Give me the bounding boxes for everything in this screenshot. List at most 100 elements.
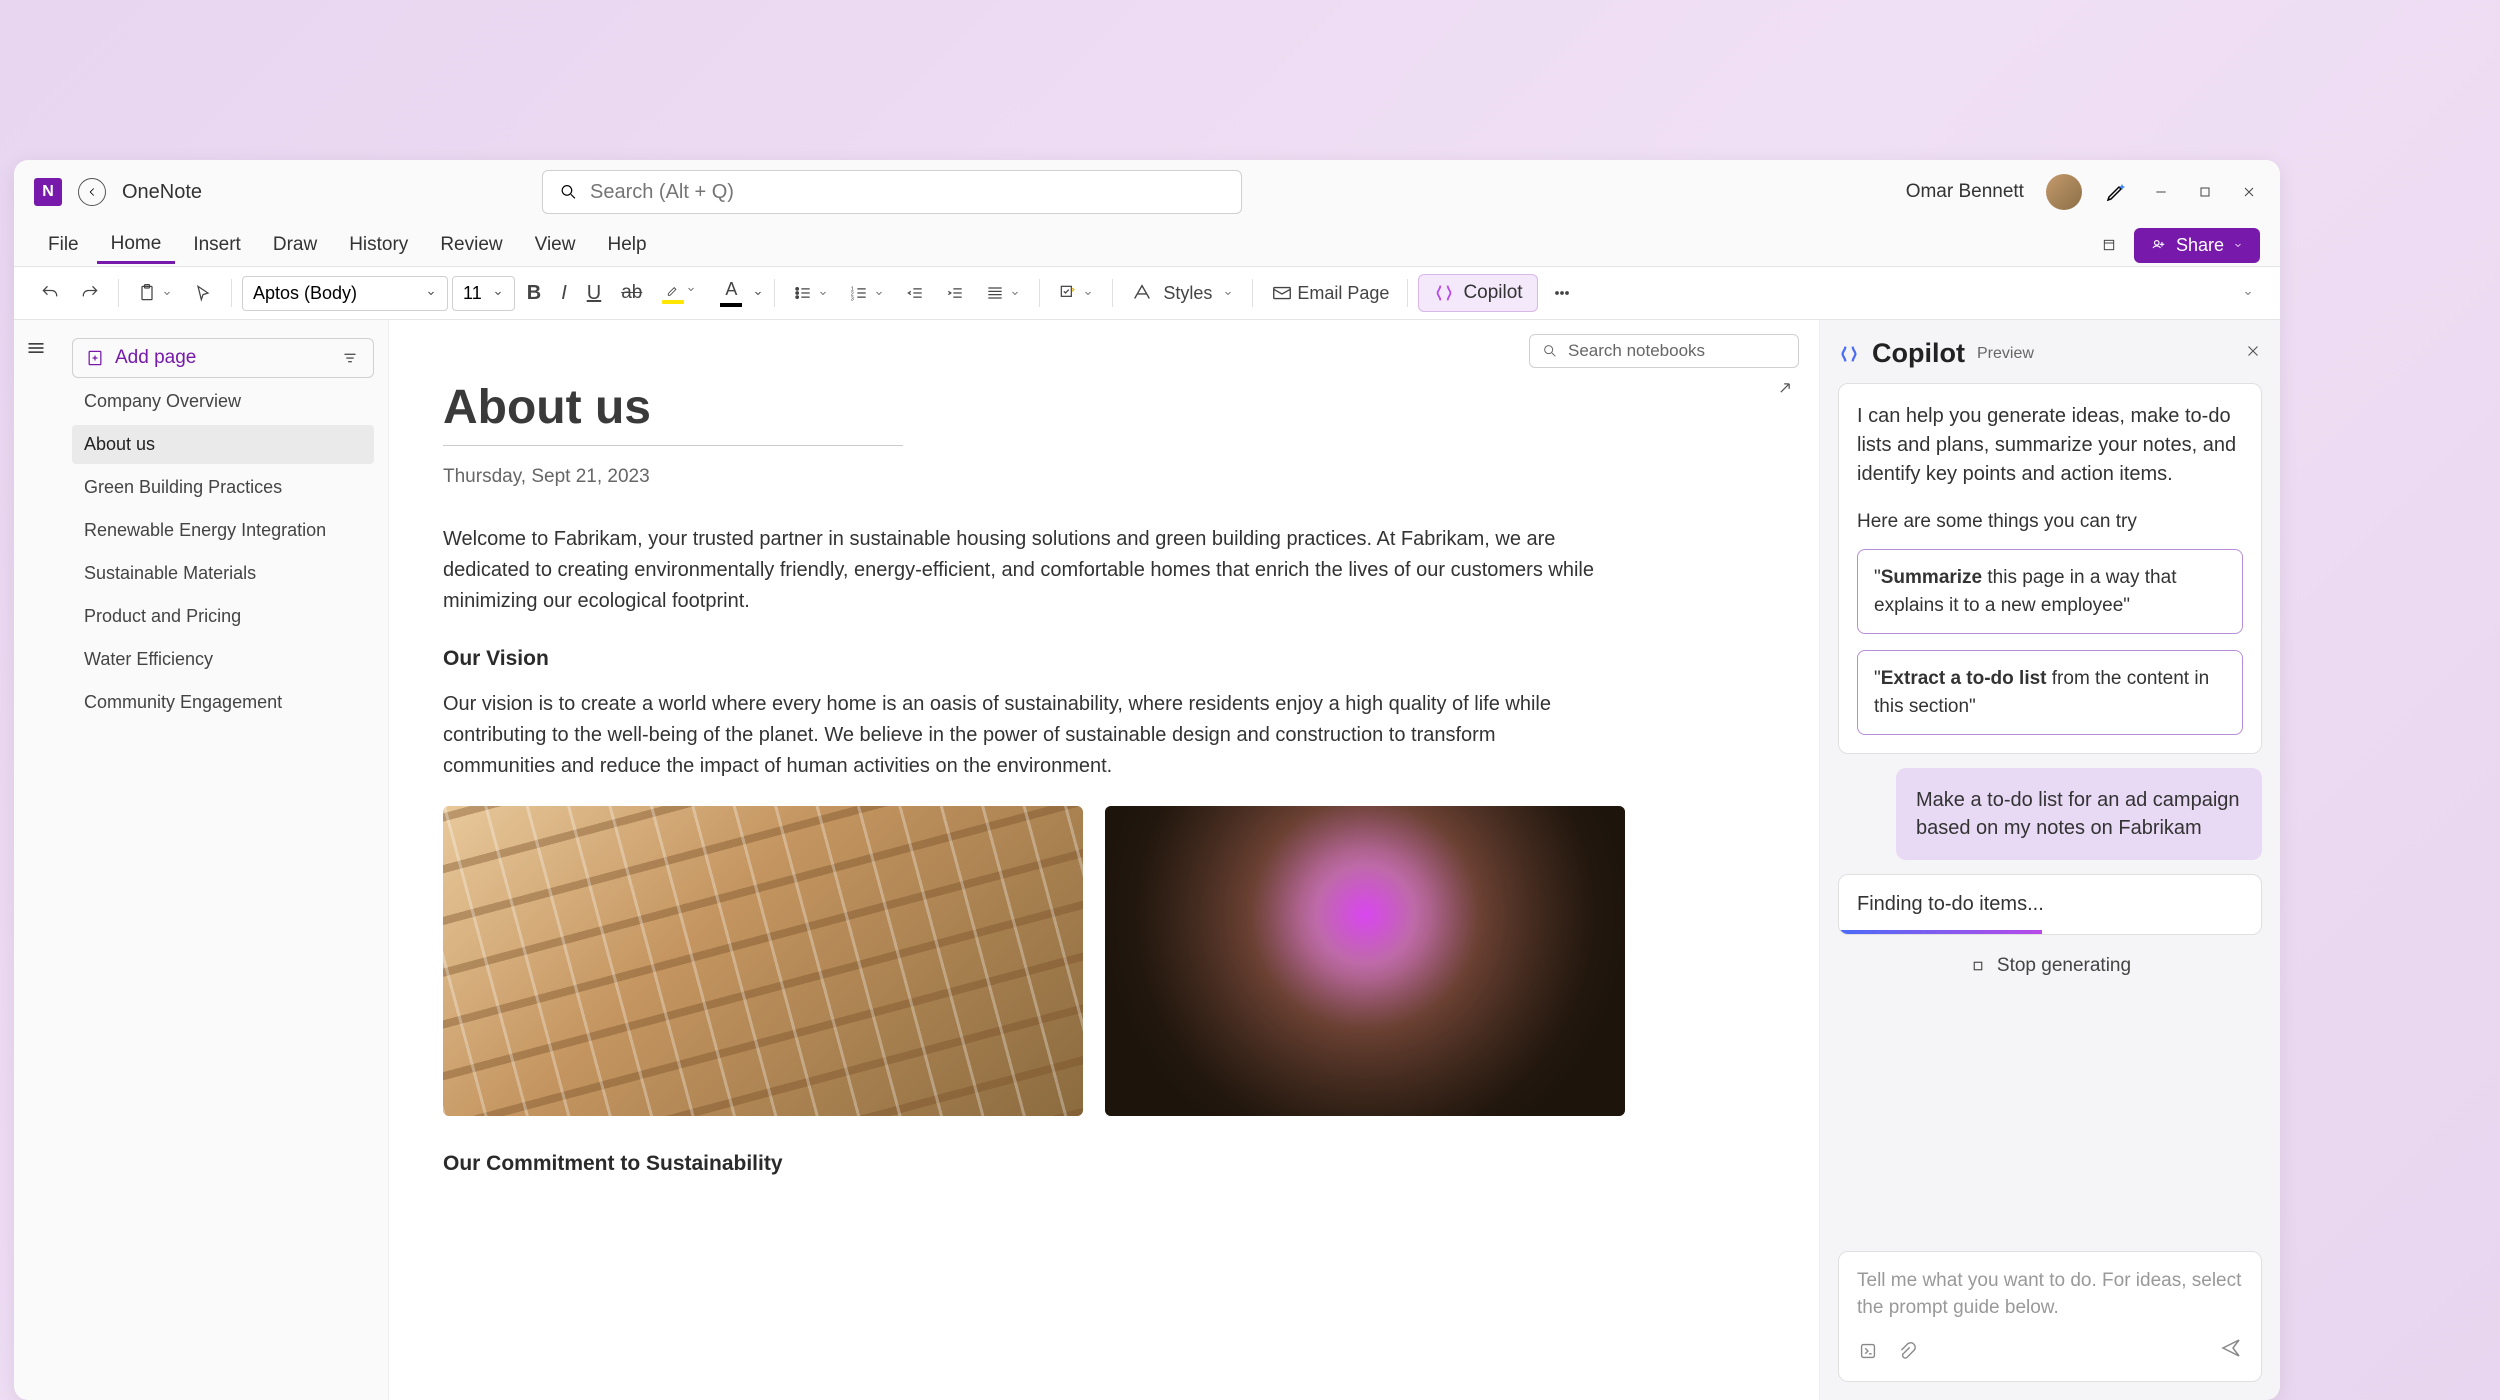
add-page-icon — [85, 348, 105, 368]
page-item[interactable]: About us — [72, 425, 374, 464]
send-button[interactable] — [2219, 1336, 2243, 1365]
strikethrough-button[interactable]: ab — [613, 276, 650, 310]
menu-view[interactable]: View — [521, 228, 590, 262]
content-image-2[interactable] — [1105, 806, 1625, 1116]
maximize-button[interactable] — [2194, 181, 2216, 203]
undo-button[interactable] — [32, 277, 68, 309]
copilot-input-box[interactable]: Tell me what you want to do. For ideas, … — [1838, 1251, 2262, 1382]
global-search-input[interactable] — [590, 181, 1225, 204]
copilot-intro-card: I can help you generate ideas, make to-d… — [1838, 383, 2262, 754]
font-name: Aptos (Body) — [253, 283, 357, 304]
tag-button[interactable] — [1050, 277, 1102, 309]
font-select[interactable]: Aptos (Body) — [242, 276, 448, 311]
minimize-button[interactable] — [2150, 181, 2172, 203]
underline-button[interactable]: U — [579, 276, 609, 311]
stop-generating-button[interactable]: Stop generating — [1838, 949, 2262, 983]
menu-review[interactable]: Review — [426, 228, 516, 262]
pen-sparkle-icon[interactable] — [2104, 180, 2128, 204]
attach-icon[interactable] — [1895, 1340, 1917, 1362]
mode-toggle-button[interactable] — [2098, 234, 2120, 256]
page-item[interactable]: Sustainable Materials — [72, 554, 374, 593]
vision-paragraph[interactable]: Our vision is to create a world where ev… — [443, 689, 1603, 782]
search-notebooks[interactable]: Search notebooks — [1529, 334, 1799, 368]
menu-file[interactable]: File — [34, 228, 93, 262]
page-canvas[interactable]: Search notebooks About us Thursday, Sept… — [388, 320, 1820, 1400]
page-item[interactable]: Community Engagement — [72, 683, 374, 722]
search-notebooks-placeholder: Search notebooks — [1568, 341, 1705, 361]
chevron-down-icon[interactable] — [752, 287, 764, 299]
ribbon-toggle-button[interactable] — [2234, 281, 2262, 305]
italic-button[interactable]: I — [553, 276, 575, 311]
page-item[interactable]: Water Efficiency — [72, 640, 374, 679]
page-item[interactable]: Renewable Energy Integration — [72, 511, 374, 550]
redo-button[interactable] — [72, 277, 108, 309]
align-button[interactable] — [977, 277, 1029, 309]
copilot-header: Copilot Preview — [1838, 338, 2262, 369]
app-name: OneNote — [122, 181, 202, 204]
page-title[interactable]: About us — [443, 380, 1765, 435]
expand-button[interactable] — [1775, 378, 1795, 403]
menu-help[interactable]: Help — [593, 228, 660, 262]
add-page-button[interactable]: Add page — [72, 338, 374, 378]
app-window: N OneNote Omar Bennett File Home Insert … — [14, 160, 2280, 1400]
font-size-select[interactable]: 11 — [452, 276, 515, 311]
copilot-toolbar-button[interactable]: Copilot — [1418, 274, 1537, 312]
back-button[interactable] — [78, 178, 106, 206]
vision-heading[interactable]: Our Vision — [443, 647, 1765, 671]
menubar: File Home Insert Draw History Review Vie… — [14, 224, 2280, 266]
copilot-user-message: Make a to-do list for an ad campaign bas… — [1896, 768, 2262, 860]
chevron-down-icon — [2242, 287, 2254, 299]
indent-button[interactable] — [937, 277, 973, 309]
styles-button[interactable]: Styles — [1123, 276, 1242, 310]
outdent-button[interactable] — [897, 277, 933, 309]
copilot-try-label: Here are some things you can try — [1857, 511, 2243, 533]
paste-button[interactable] — [129, 277, 181, 309]
image-row — [443, 806, 1765, 1116]
content-area: Add page Company Overview About us Green… — [14, 320, 2280, 1400]
page-item[interactable]: Product and Pricing — [72, 597, 374, 636]
page-item[interactable]: Green Building Practices — [72, 468, 374, 507]
bold-button[interactable]: B — [519, 276, 549, 311]
email-page-button[interactable]: Email Page — [1263, 276, 1397, 310]
prompt-guide-icon[interactable] — [1857, 1340, 1879, 1362]
copilot-suggestion-2[interactable]: "Extract a to-do list from the content i… — [1857, 650, 2243, 735]
content-image-1[interactable] — [443, 806, 1083, 1116]
close-button[interactable] — [2238, 181, 2260, 203]
highlight-button[interactable] — [654, 277, 692, 310]
app-icon: N — [34, 178, 62, 206]
styles-icon — [1131, 282, 1153, 304]
avatar[interactable] — [2046, 174, 2082, 210]
chevron-down-icon — [1009, 287, 1021, 299]
chevron-down-icon — [685, 283, 697, 295]
email-label: Email Page — [1297, 283, 1389, 304]
bullet-list-button[interactable] — [785, 277, 837, 309]
menu-history[interactable]: History — [335, 228, 422, 262]
intro-paragraph[interactable]: Welcome to Fabrikam, your trusted partne… — [443, 524, 1603, 617]
page-item[interactable]: Company Overview — [72, 382, 374, 421]
copilot-panel: Copilot Preview I can help you generate … — [1820, 320, 2280, 1400]
user-name: Omar Bennett — [1906, 181, 2024, 203]
more-button[interactable] — [1542, 277, 1582, 309]
menu-draw[interactable]: Draw — [259, 228, 331, 262]
copilot-close-button[interactable] — [2244, 342, 2262, 365]
commitment-heading[interactable]: Our Commitment to Sustainability — [443, 1152, 1765, 1176]
menu-home[interactable]: Home — [97, 227, 176, 264]
global-search[interactable] — [542, 170, 1242, 214]
svg-text:3: 3 — [851, 297, 854, 303]
chevron-down-icon — [492, 287, 504, 299]
share-icon — [2150, 236, 2168, 254]
copilot-intro-text: I can help you generate ideas, make to-d… — [1857, 402, 2243, 489]
copilot-icon — [1433, 282, 1455, 304]
progress-bar — [1839, 930, 2042, 934]
font-color-button[interactable]: A — [712, 273, 750, 313]
copilot-label: Copilot — [1463, 282, 1522, 304]
hamburger-button[interactable] — [26, 338, 46, 354]
chevron-down-icon — [425, 287, 437, 299]
titlebar-right: Omar Bennett — [1906, 174, 2260, 210]
number-list-button[interactable]: 123 — [841, 277, 893, 309]
share-button[interactable]: Share — [2134, 228, 2260, 263]
format-painter-button[interactable] — [185, 277, 221, 309]
sort-icon[interactable] — [339, 347, 361, 369]
copilot-suggestion-1[interactable]: "Summarize this page in a way that expla… — [1857, 549, 2243, 634]
menu-insert[interactable]: Insert — [179, 228, 255, 262]
